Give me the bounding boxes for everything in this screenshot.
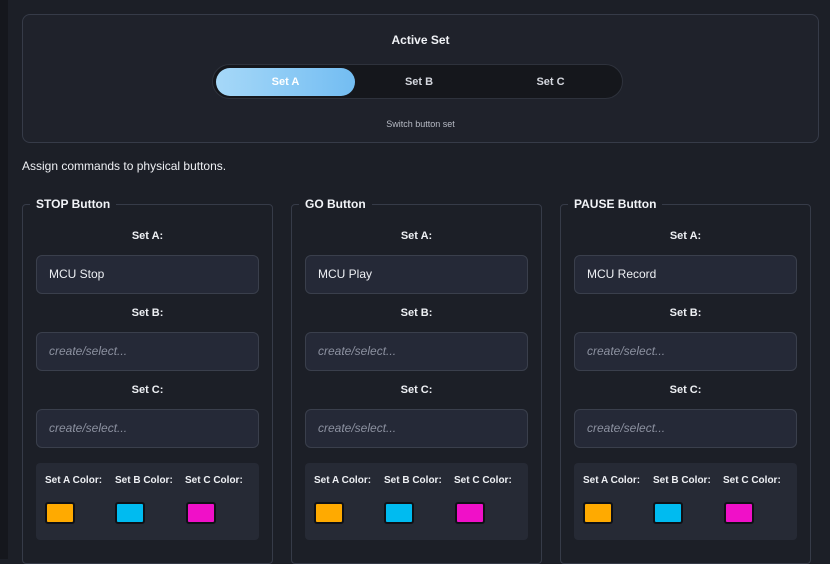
go-set-c-field[interactable]: create/select... bbox=[305, 409, 528, 448]
settings-page: Active Set Set A Set B Set C Switch butt… bbox=[8, 0, 830, 564]
color-panel: Set A Color: Set B Color: Set C Color: bbox=[574, 463, 797, 540]
set-c-color-swatch[interactable] bbox=[186, 502, 216, 524]
group-title: PAUSE Button bbox=[568, 197, 663, 212]
set-a-option[interactable]: Set A bbox=[216, 68, 355, 96]
set-a-color-label: Set A Color: bbox=[314, 475, 372, 486]
set-c-color-label: Set C Color: bbox=[454, 475, 512, 486]
pause-set-a-field[interactable]: MCU Record bbox=[574, 255, 797, 294]
stop-button-group: STOP Button Set A: MCU Stop Set B: creat… bbox=[22, 197, 273, 564]
set-b-color-label: Set B Color: bbox=[653, 475, 711, 486]
pause-set-b-field[interactable]: create/select... bbox=[574, 332, 797, 371]
pause-button-group: PAUSE Button Set A: MCU Record Set B: cr… bbox=[560, 197, 811, 564]
set-c-color-swatch[interactable] bbox=[724, 502, 754, 524]
color-panel: Set A Color: Set B Color: Set C Color: bbox=[36, 463, 259, 540]
set-c-label: Set C: bbox=[400, 384, 433, 396]
set-b-color-label: Set B Color: bbox=[384, 475, 442, 486]
set-a-color-swatch[interactable] bbox=[583, 502, 613, 524]
set-b-color-swatch[interactable] bbox=[653, 502, 683, 524]
set-c-label: Set C: bbox=[669, 384, 702, 396]
set-b-label: Set B: bbox=[400, 307, 433, 319]
set-b-color-label: Set B Color: bbox=[115, 475, 173, 486]
set-b-color-swatch[interactable] bbox=[384, 502, 414, 524]
stop-set-a-field[interactable]: MCU Stop bbox=[36, 255, 259, 294]
set-c-option[interactable]: Set C bbox=[483, 68, 618, 96]
intro-text: Assign commands to physical buttons. bbox=[22, 159, 227, 173]
set-b-label: Set B: bbox=[669, 307, 702, 319]
stop-set-b-field[interactable]: create/select... bbox=[36, 332, 259, 371]
set-b-color-swatch[interactable] bbox=[115, 502, 145, 524]
set-a-color-swatch[interactable] bbox=[45, 502, 75, 524]
set-a-color-label: Set A Color: bbox=[583, 475, 641, 486]
pause-set-c-field[interactable]: create/select... bbox=[574, 409, 797, 448]
set-a-label: Set A: bbox=[131, 230, 164, 242]
set-b-option[interactable]: Set B bbox=[355, 68, 483, 96]
active-set-panel: Active Set Set A Set B Set C Switch butt… bbox=[22, 14, 819, 143]
window-edge bbox=[0, 0, 8, 559]
set-a-label: Set A: bbox=[669, 230, 702, 242]
stop-set-c-field[interactable]: create/select... bbox=[36, 409, 259, 448]
set-switcher: Set A Set B Set C bbox=[212, 64, 623, 99]
go-set-a-field[interactable]: MCU Play bbox=[305, 255, 528, 294]
set-c-label: Set C: bbox=[131, 384, 164, 396]
set-c-color-label: Set C Color: bbox=[185, 475, 243, 486]
set-c-color-swatch[interactable] bbox=[455, 502, 485, 524]
active-set-title: Active Set bbox=[391, 33, 450, 47]
set-c-color-label: Set C Color: bbox=[723, 475, 781, 486]
set-a-color-swatch[interactable] bbox=[314, 502, 344, 524]
go-button-group: GO Button Set A: MCU Play Set B: create/… bbox=[291, 197, 542, 564]
group-title: GO Button bbox=[299, 197, 372, 212]
go-set-b-field[interactable]: create/select... bbox=[305, 332, 528, 371]
set-b-label: Set B: bbox=[131, 307, 164, 319]
color-panel: Set A Color: Set B Color: Set C Color: bbox=[305, 463, 528, 540]
switch-hint: Switch button set bbox=[386, 119, 455, 129]
set-a-label: Set A: bbox=[400, 230, 433, 242]
set-a-color-label: Set A Color: bbox=[45, 475, 103, 486]
group-title: STOP Button bbox=[30, 197, 117, 212]
